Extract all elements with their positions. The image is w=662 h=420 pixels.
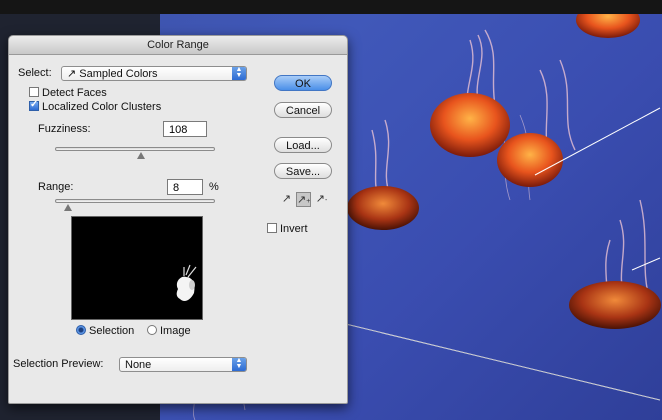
chevron-updown-icon: ▲ ▼ xyxy=(232,66,246,80)
invert-checkbox[interactable] xyxy=(267,223,277,233)
range-label: Range: xyxy=(38,181,74,193)
range-field[interactable]: 8 xyxy=(167,179,203,195)
selection-mask-image xyxy=(176,264,197,301)
range-slider-thumb[interactable] xyxy=(63,204,72,211)
invert-row[interactable]: Invert xyxy=(267,223,308,235)
selection-radio-label: Selection xyxy=(89,325,135,337)
fuzziness-field[interactable]: 108 xyxy=(163,121,207,137)
ok-button[interactable]: OK xyxy=(274,75,332,91)
fuzziness-label: Fuzziness: xyxy=(38,123,91,135)
cancel-button[interactable]: Cancel xyxy=(274,102,332,118)
selection-preview-value: None xyxy=(125,359,152,371)
selection-radio[interactable] xyxy=(76,325,86,335)
image-radio[interactable] xyxy=(147,325,157,335)
detect-faces-row[interactable]: Detect Faces xyxy=(29,87,107,99)
chevron-updown-icon: ▲ ▼ xyxy=(232,357,246,371)
selection-preview-area[interactable] xyxy=(71,216,203,320)
preview-mode-image[interactable]: Image xyxy=(147,325,191,337)
localized-clusters-row[interactable]: Localized Color Clusters xyxy=(29,99,162,113)
top-strip xyxy=(0,0,662,14)
eyedropper-plus-icon[interactable]: ↗+ xyxy=(296,192,311,207)
preview-mode-selection[interactable]: Selection xyxy=(76,325,134,337)
detect-faces-label: Detect Faces xyxy=(42,87,107,99)
selection-preview-label: Selection Preview: xyxy=(13,358,104,370)
eyedropper-icon: ↗ xyxy=(67,68,80,80)
eyedropper-minus-icon[interactable]: ↗- xyxy=(314,192,329,207)
detect-faces-checkbox[interactable] xyxy=(29,87,39,97)
invert-label: Invert xyxy=(280,223,308,235)
dialog-title[interactable]: Color Range xyxy=(9,36,347,55)
select-dropdown[interactable]: ↗ Sampled Colors ▲ ▼ xyxy=(61,66,247,81)
localized-clusters-label: Localized Color Clusters xyxy=(42,101,162,113)
select-label: Select: xyxy=(18,67,52,79)
localized-clusters-checkbox[interactable] xyxy=(29,99,39,111)
save-button[interactable]: Save... xyxy=(274,163,332,179)
color-range-dialog: Color Range Select: ↗ Sampled Colors ▲ ▼ … xyxy=(8,35,348,404)
fuzziness-slider-thumb[interactable] xyxy=(137,152,146,159)
range-slider[interactable] xyxy=(55,199,215,203)
range-unit: % xyxy=(209,181,219,193)
selection-preview-dropdown[interactable]: None ▲ ▼ xyxy=(119,357,247,372)
eyedropper-icon[interactable]: ↗ xyxy=(279,192,294,207)
load-button[interactable]: Load... xyxy=(274,137,332,153)
image-radio-label: Image xyxy=(160,325,191,337)
select-value: Sampled Colors xyxy=(79,68,158,80)
fuzziness-slider[interactable] xyxy=(55,147,215,151)
